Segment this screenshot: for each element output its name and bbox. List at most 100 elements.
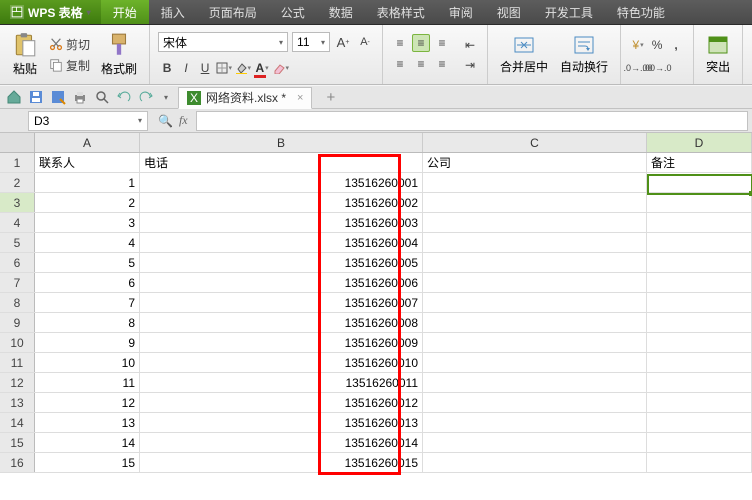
row-header[interactable]: 7 — [0, 273, 35, 292]
row-header[interactable]: 11 — [0, 353, 35, 372]
cell[interactable]: 5 — [35, 253, 140, 272]
font-name-select[interactable]: 宋体▾ — [158, 32, 288, 52]
merge-center-button[interactable]: 合并居中 — [496, 34, 552, 75]
cell[interactable] — [423, 313, 647, 332]
cell[interactable] — [423, 373, 647, 392]
col-header-B[interactable]: B — [140, 133, 423, 152]
cell[interactable]: 联系人 — [35, 153, 140, 172]
cell[interactable]: 13516260012 — [140, 393, 423, 412]
cell[interactable] — [647, 273, 752, 292]
align-top-right[interactable]: ≡ — [433, 34, 451, 52]
row-header[interactable]: 8 — [0, 293, 35, 312]
font-color-button[interactable]: A — [253, 59, 271, 77]
tab-2[interactable]: 页面布局 — [197, 0, 269, 24]
redo-icon[interactable] — [138, 89, 154, 105]
col-header-A[interactable]: A — [35, 133, 140, 152]
cell[interactable]: 14 — [35, 433, 140, 452]
tab-9[interactable]: 特色功能 — [605, 0, 677, 24]
cell[interactable]: 13 — [35, 413, 140, 432]
cell[interactable]: 11 — [35, 373, 140, 392]
cell[interactable] — [423, 233, 647, 252]
cell[interactable] — [647, 453, 752, 472]
align-right[interactable]: ≡ — [433, 55, 451, 73]
col-header-D[interactable]: D — [647, 133, 752, 152]
cell[interactable]: 13516260009 — [140, 333, 423, 352]
undo-icon[interactable] — [116, 89, 132, 105]
cell[interactable] — [423, 453, 647, 472]
print-preview-icon[interactable] — [94, 89, 110, 105]
cell[interactable] — [647, 373, 752, 392]
quickbar-more[interactable]: ▾ — [164, 93, 168, 102]
cell[interactable] — [647, 253, 752, 272]
row-header[interactable]: 6 — [0, 253, 35, 272]
fx-label[interactable]: fx — [179, 113, 188, 128]
tab-4[interactable]: 数据 — [317, 0, 365, 24]
cell[interactable]: 15 — [35, 453, 140, 472]
name-box[interactable]: D3▾ — [28, 111, 148, 131]
home-icon[interactable] — [6, 89, 22, 105]
new-tab-button[interactable]: + — [326, 89, 335, 106]
decrease-indent-button[interactable]: ⇤ — [461, 36, 479, 54]
cell[interactable]: 4 — [35, 233, 140, 252]
align-center[interactable]: ≡ — [412, 55, 430, 73]
cell[interactable] — [647, 213, 752, 232]
fill-color-button[interactable] — [234, 59, 252, 77]
percent-button[interactable]: % — [648, 36, 666, 54]
fx-search-icon[interactable]: 🔍 — [158, 114, 173, 128]
export-button[interactable]: 突出 — [702, 34, 734, 75]
align-left[interactable]: ≡ — [391, 55, 409, 73]
cell[interactable] — [647, 173, 752, 192]
formula-input[interactable] — [196, 111, 748, 131]
cell[interactable]: 备注 — [647, 153, 752, 172]
close-tab-button[interactable]: × — [297, 92, 303, 104]
row-header[interactable]: 9 — [0, 313, 35, 332]
cell[interactable]: 13516260015 — [140, 453, 423, 472]
row-header[interactable]: 1 — [0, 153, 35, 172]
document-tab[interactable]: X 网络资料.xlsx * × — [178, 87, 312, 109]
cell[interactable]: 9 — [35, 333, 140, 352]
row-header[interactable]: 5 — [0, 233, 35, 252]
cell[interactable]: 13516260006 — [140, 273, 423, 292]
row-header[interactable]: 2 — [0, 173, 35, 192]
cell[interactable] — [647, 313, 752, 332]
cell[interactable]: 13516260014 — [140, 433, 423, 452]
copy-button[interactable]: 复制 — [46, 56, 93, 75]
cell[interactable]: 13516260010 — [140, 353, 423, 372]
cell[interactable] — [647, 433, 752, 452]
cell[interactable]: 公司 — [423, 153, 647, 172]
decrease-font-button[interactable]: A- — [356, 33, 374, 51]
cell[interactable] — [647, 393, 752, 412]
cell[interactable] — [423, 193, 647, 212]
cell[interactable] — [423, 353, 647, 372]
cell[interactable]: 8 — [35, 313, 140, 332]
cell[interactable] — [423, 213, 647, 232]
tab-8[interactable]: 开发工具 — [533, 0, 605, 24]
bold-button[interactable]: B — [158, 59, 176, 77]
save-icon[interactable] — [28, 89, 44, 105]
tab-5[interactable]: 表格样式 — [365, 0, 437, 24]
cell[interactable]: 6 — [35, 273, 140, 292]
cell[interactable] — [647, 353, 752, 372]
cell[interactable] — [647, 413, 752, 432]
tab-0[interactable]: 开始 — [101, 0, 149, 24]
col-header-C[interactable]: C — [423, 133, 647, 152]
tab-7[interactable]: 视图 — [485, 0, 533, 24]
tab-6[interactable]: 审阅 — [437, 0, 485, 24]
cell[interactable]: 12 — [35, 393, 140, 412]
cut-button[interactable]: 剪切 — [46, 35, 93, 54]
cell[interactable] — [647, 293, 752, 312]
row-header[interactable]: 15 — [0, 433, 35, 452]
row-header[interactable]: 16 — [0, 453, 35, 472]
cell[interactable]: 13516260003 — [140, 213, 423, 232]
cell[interactable] — [423, 433, 647, 452]
align-top-center[interactable]: ≡ — [412, 34, 430, 52]
cell[interactable] — [423, 273, 647, 292]
border-button[interactable] — [215, 59, 233, 77]
row-header[interactable]: 4 — [0, 213, 35, 232]
row-header[interactable]: 13 — [0, 393, 35, 412]
decrease-decimal-button[interactable]: .00→.0 — [648, 59, 666, 77]
tab-3[interactable]: 公式 — [269, 0, 317, 24]
paste-button[interactable]: 粘贴 — [8, 30, 42, 79]
wrap-text-button[interactable]: 自动换行 — [556, 34, 612, 75]
cell[interactable] — [423, 173, 647, 192]
